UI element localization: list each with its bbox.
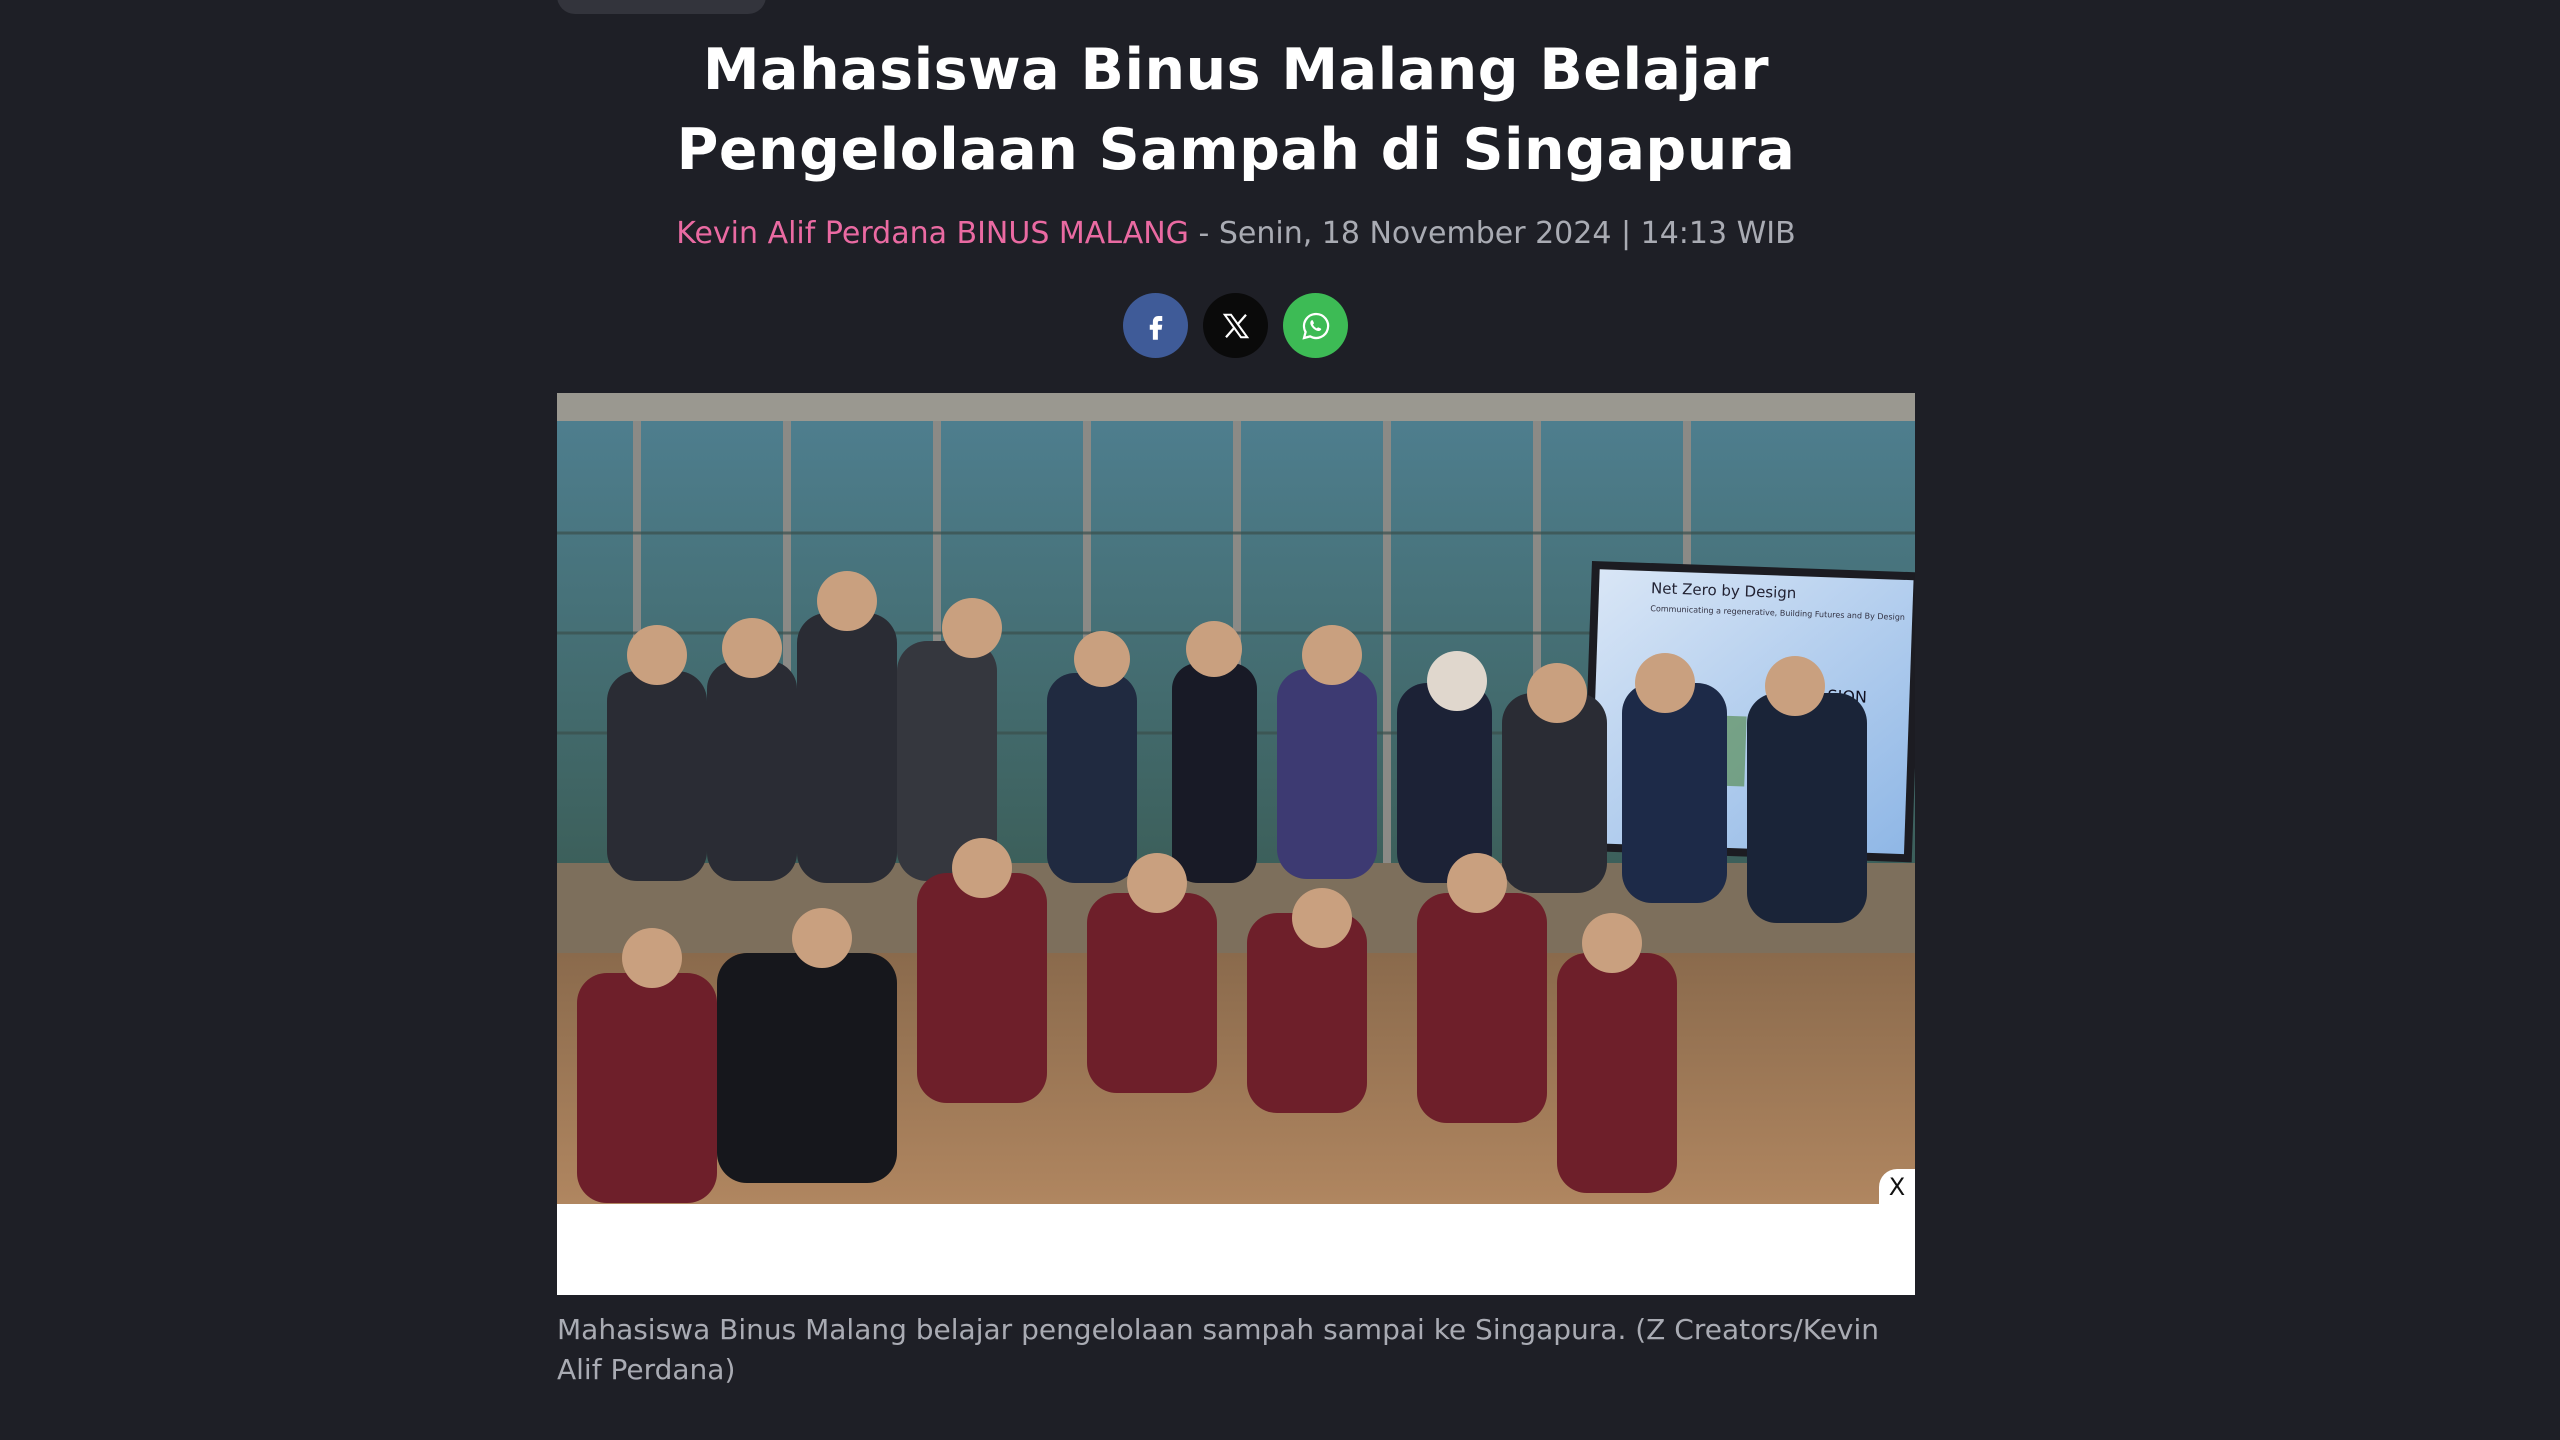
whatsapp-icon [1301,312,1329,340]
publish-date: Senin, 18 November 2024 | 14:13 WIB [1218,216,1796,251]
author-link[interactable]: Kevin Alif Perdana BINUS MALANG [676,216,1189,251]
article-title: Mahasiswa Binus Malang Belajar Pengelola… [557,30,1915,190]
photo-caption: Mahasiswa Binus Malang belajar pengelola… [557,1313,1880,1386]
facebook-share-button[interactable] [1123,293,1188,358]
close-ad-button[interactable]: X [1879,1169,1915,1205]
x-share-button[interactable] [1203,293,1268,358]
top-tab[interactable] [557,0,766,14]
title-line-2: Pengelolaan Sampah di Singapura [676,117,1796,183]
facebook-icon [1149,315,1162,340]
group-photo-image: Net Zero by Design Communicating a regen… [557,393,1915,1204]
share-buttons [1123,293,1348,358]
page: Mahasiswa Binus Malang Belajar Pengelola… [0,0,2560,1440]
byline-separator: - [1188,216,1219,251]
title-line-1: Mahasiswa Binus Malang Belajar [702,37,1770,103]
byline: Kevin Alif Perdana BINUS MALANG - Senin,… [557,212,1915,256]
x-icon [1222,313,1249,338]
article-photo[interactable]: Net Zero by Design Communicating a regen… [557,393,1915,1204]
whatsapp-share-button[interactable] [1283,293,1348,358]
article-figure: Net Zero by Design Communicating a regen… [557,393,1915,1295]
